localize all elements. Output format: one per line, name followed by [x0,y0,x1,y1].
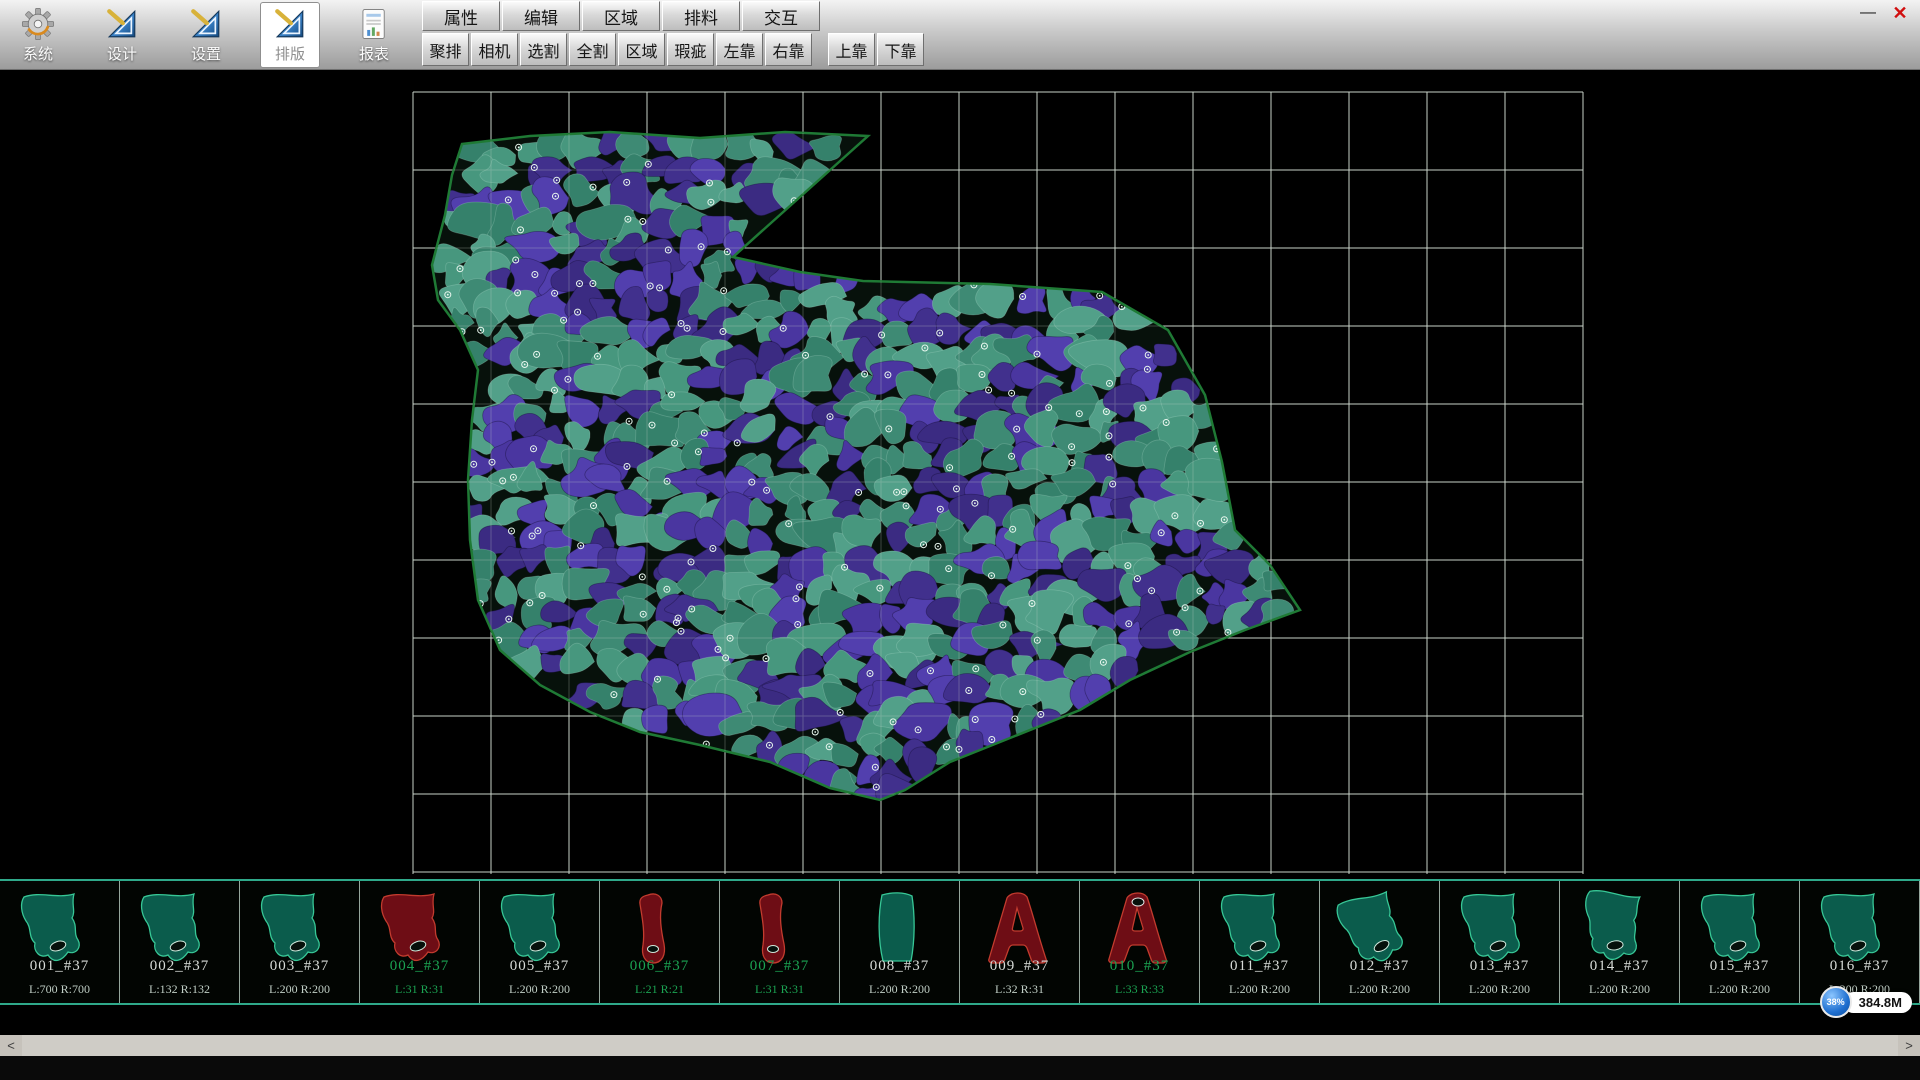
piece-id: 009_#37 [960,958,1079,975]
tool-align-right[interactable]: 右靠 [765,33,812,66]
piece-thumbnail-005_#37[interactable]: 005_#37 L:200 R:200 [480,881,600,1003]
progress-indicator: 38% [1820,986,1852,1018]
status-badge: 38% 384.8M [1820,986,1912,1018]
piece-id: 003_#37 [240,958,359,975]
nesting-canvas[interactable] [0,70,1920,879]
piece-thumbnail-013_#37[interactable]: 013_#37 L:200 R:200 [1440,881,1560,1003]
piece-thumbnail-011_#37[interactable]: 011_#37 L:200 R:200 [1200,881,1320,1003]
horizontal-scrollbar[interactable]: < > [0,1035,1920,1056]
nav-item-label: 排版 [275,43,305,64]
tool-camera[interactable]: 相机 [471,33,518,66]
piece-lr-count: L:200 R:200 [240,982,359,997]
triangle-icon [105,7,139,41]
piece-lr-count: L:200 R:200 [480,982,599,997]
piece-thumbnail-001_#37[interactable]: 001_#37 L:700 R:700 [0,881,120,1003]
piece-thumbnail-002_#37[interactable]: 002_#37 L:132 R:132 [120,881,240,1003]
main-nav: 系统 设计 设置 排版 报表 [8,2,404,68]
piece-lr-count: L:200 R:200 [1440,982,1559,997]
piece-thumbnail-015_#37[interactable]: 015_#37 L:200 R:200 [1680,881,1800,1003]
piece-thumbnail-016_#37[interactable]: 016_#37L:200 R:200 [1800,881,1920,1003]
piece-thumbnail-010_#37[interactable]: 010_#37 L:33 R:33 [1080,881,1200,1003]
tool-align-bottom[interactable]: 下靠 [877,33,924,66]
piece-lr-count: L:33 R:33 [1080,982,1199,997]
piece-id: 006_#37 [600,958,719,975]
nav-item-label: 设置 [191,43,221,64]
nav-item-label: 系统 [23,43,53,64]
piece-thumbnail-009_#37[interactable]: 009_#37 L:32 R:31 [960,881,1080,1003]
close-button[interactable]: ✕ [1888,3,1912,23]
window-bottom-edge [0,1056,1920,1080]
piece-thumbnail-003_#37[interactable]: 003_#37 L:200 R:200 [240,881,360,1003]
piece-id: 010_#37 [1080,958,1199,975]
piece-id: 008_#37 [840,958,959,975]
piece-lr-count: L:32 R:31 [960,982,1079,997]
piece-lr-count: L:200 R:200 [1200,982,1319,997]
piece-thumbnail-008_#37[interactable]: 008_#37 L:200 R:200 [840,881,960,1003]
tool-align-left[interactable]: 左靠 [716,33,763,66]
scroll-right-arrow[interactable]: > [1898,1035,1920,1056]
tool-cut-all[interactable]: 全割 [569,33,616,66]
piece-id: 012_#37 [1320,958,1439,975]
piece-lr-count: L:200 R:200 [1560,982,1679,997]
piece-lr-count: L:31 R:31 [720,982,839,997]
nav-item-label: 报表 [359,43,389,64]
piece-id: 015_#37 [1680,958,1799,975]
triangle-icon [189,7,223,41]
piece-id: 004_#37 [360,958,479,975]
minimize-button[interactable]: — [1856,3,1880,23]
tool-defect[interactable]: 瑕疵 [667,33,714,66]
piece-lr-count: L:132 R:132 [120,982,239,997]
piece-lr-count: L:700 R:700 [0,982,119,997]
toolbar: 系统设计设置排版报表 属性编辑区域排料交互 聚排相机选割全割区域瑕疵左靠右靠上靠… [0,0,1920,70]
tool-cluster-nest[interactable]: 聚排 [422,33,469,66]
nav-item-settings[interactable]: 设置 [176,2,236,68]
gear-icon [21,7,55,41]
nav-item-label: 设计 [107,43,137,64]
nav-item-layout[interactable]: 排版 [260,2,320,68]
tool-select-cut[interactable]: 选割 [520,33,567,66]
window-controls: — ✕ [1856,3,1912,23]
piece-id: 013_#37 [1440,958,1559,975]
piece-lr-count: L:200 R:200 [1680,982,1799,997]
piece-lr-count: L:200 R:200 [1320,982,1439,997]
report-icon [357,7,391,41]
menu-tab-edit[interactable]: 编辑 [502,1,580,31]
nav-item-system[interactable]: 系统 [8,2,68,68]
piece-thumbnail-007_#37[interactable]: 007_#37 L:31 R:31 [720,881,840,1003]
tool-align-top[interactable]: 上靠 [828,33,875,66]
menu-tab-nesting[interactable]: 排料 [662,1,740,31]
ribbon: 属性编辑区域排料交互 聚排相机选割全割区域瑕疵左靠右靠上靠下靠 [422,0,924,66]
piece-id: 011_#37 [1200,958,1319,975]
piece-thumbnail-014_#37[interactable]: 014_#37 L:200 R:200 [1560,881,1680,1003]
piece-lr-count: L:200 R:200 [840,982,959,997]
nesting-layout-view[interactable] [0,70,1920,879]
piece-id: 007_#37 [720,958,839,975]
nav-item-report[interactable]: 报表 [344,2,404,68]
piece-id: 005_#37 [480,958,599,975]
menu-tab-region[interactable]: 区域 [582,1,660,31]
piece-thumbnail-012_#37[interactable]: 012_#37 L:200 R:200 [1320,881,1440,1003]
piece-lr-count: L:31 R:31 [360,982,479,997]
piece-id: 001_#37 [0,958,119,975]
menu-tab-interact[interactable]: 交互 [742,1,820,31]
tool-region[interactable]: 区域 [618,33,665,66]
nav-item-design[interactable]: 设计 [92,2,152,68]
app-window: 系统设计设置排版报表 属性编辑区域排料交互 聚排相机选割全割区域瑕疵左靠右靠上靠… [0,0,1920,1080]
piece-thumbnail-006_#37[interactable]: 006_#37 L:21 R:21 [600,881,720,1003]
menu-tab-properties[interactable]: 属性 [422,1,500,31]
piece-lr-count: L:21 R:21 [600,982,719,997]
piece-id: 016_#37 [1800,958,1919,975]
triangle-icon [273,7,307,41]
scroll-left-arrow[interactable]: < [0,1035,22,1056]
memory-indicator: 384.8M [1843,992,1912,1013]
tool-row: 聚排相机选割全割区域瑕疵左靠右靠上靠下靠 [422,33,924,66]
piece-strip: 001_#37 L:700 R:700002_#37 L:132 R:132003_… [0,879,1920,1005]
scrollbar-track[interactable] [22,1035,1898,1056]
menu-tab-row: 属性编辑区域排料交互 [422,1,924,31]
piece-thumbnail-004_#37[interactable]: 004_#37 L:31 R:31 [360,881,480,1003]
piece-id: 014_#37 [1560,958,1679,975]
piece-id: 002_#37 [120,958,239,975]
